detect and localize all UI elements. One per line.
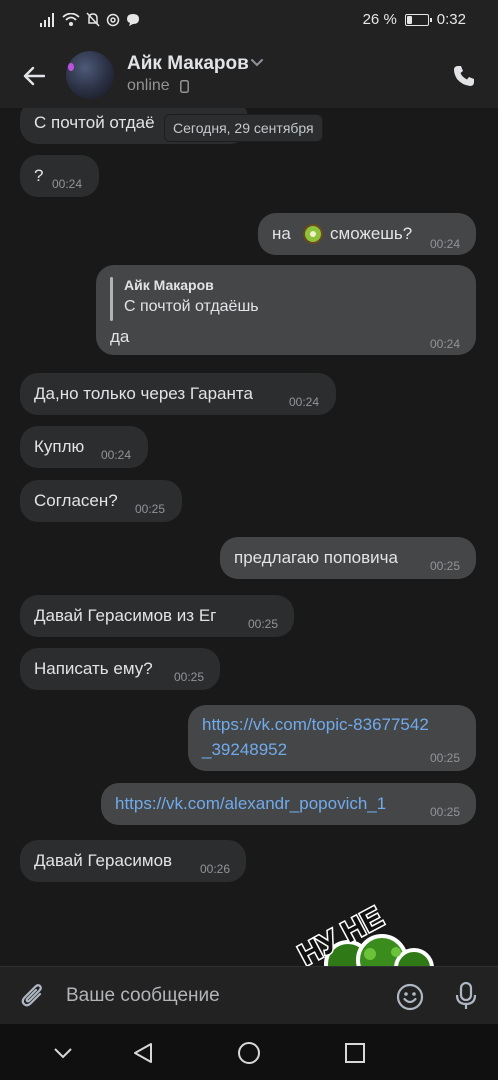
wifi-icon: [62, 12, 80, 26]
message-time: 00:24: [430, 337, 461, 351]
message-link[interactable]: https://vk.com/topic-83677542: [202, 715, 429, 735]
message-bubble-outgoing[interactable]: предлагаю поповича 00:25: [220, 537, 476, 579]
clock: 0:32: [436, 11, 466, 28]
square-recents-icon: [345, 1043, 365, 1063]
chat-header: Айк Макаров online: [0, 42, 498, 108]
battery-percent: 26 %: [362, 11, 397, 28]
call-button[interactable]: [444, 56, 484, 96]
message-text: предлагаю поповича: [234, 548, 398, 567]
contact-name[interactable]: Айк Макаров: [127, 53, 249, 75]
chat-bubble-icon: [127, 13, 139, 26]
message-bubble-incoming[interactable]: ? 00:24: [20, 155, 99, 197]
arrow-left-icon: [23, 66, 45, 86]
message-text: да: [110, 327, 130, 346]
message-text: Куплю: [34, 437, 85, 456]
kiwi-emoji-icon: [303, 224, 323, 244]
message-bubble-incoming[interactable]: Написать ему? 00:25: [20, 648, 220, 690]
message-bubble-outgoing[interactable]: https://vk.com/alexandr_popovich_1 00:25: [101, 783, 476, 825]
back-button[interactable]: [14, 56, 54, 96]
mute-icon: [86, 12, 100, 27]
message-time: 00:25: [248, 617, 279, 631]
message-time: 00:24: [101, 448, 132, 462]
message-time: 00:24: [289, 395, 320, 409]
message-text: С почтой отдаё: [34, 113, 155, 132]
battery-icon: [404, 13, 432, 26]
reply-author[interactable]: Айк Макаров: [124, 277, 214, 293]
phone-icon: [454, 66, 474, 86]
signal-icon: [40, 12, 54, 27]
battery-fill: [406, 15, 412, 24]
message-text: сможешь?: [330, 224, 413, 243]
message-composer: [0, 966, 498, 1024]
message-text: Давай Герасимов: [34, 851, 173, 870]
reply-quote-bar: [110, 277, 113, 321]
reply-text: С почтой отдаёшь: [124, 298, 259, 315]
hide-keyboard-button[interactable]: [48, 1038, 78, 1068]
message-time: 00:25: [430, 559, 461, 573]
message-time: 00:25: [174, 670, 205, 684]
status-bar: 26 % 0:32: [0, 0, 498, 42]
date-separator: Сегодня, 29 сентября: [164, 114, 323, 142]
message-bubble-outgoing[interactable]: https://vk.com/topic-83677542 _39248952 …: [188, 705, 476, 771]
message-text: Давай Герасимов из Ег: [34, 606, 217, 625]
message-text: ?: [34, 166, 44, 185]
message-text: Да,но только через Гаранта: [34, 384, 253, 403]
microphone-icon: [455, 982, 477, 1009]
paperclip-icon: [21, 984, 42, 1007]
message-list[interactable]: С почтой отдаё Сегодня, 29 сентября ? 00…: [0, 108, 498, 966]
smile-icon: [396, 983, 424, 1011]
message-time: 00:25: [430, 805, 461, 819]
message-text: Написать ему?: [34, 659, 153, 678]
message-bubble-outgoing[interactable]: на сможешь? 00:24: [258, 213, 476, 255]
message-time: 00:25: [135, 502, 166, 516]
message-time: 00:24: [52, 177, 83, 191]
avatar[interactable]: [66, 51, 114, 99]
message-link[interactable]: _39248952: [202, 740, 287, 760]
contact-status: online: [127, 77, 170, 94]
triangle-back-icon: [134, 1043, 152, 1063]
sticker[interactable]: НУ НЕ: [286, 894, 446, 966]
system-navigation-bar: [0, 1024, 498, 1080]
message-time: 00:26: [200, 862, 231, 876]
at-icon: [106, 13, 120, 26]
message-input[interactable]: [66, 983, 366, 1009]
mobile-phone-icon: [180, 80, 189, 93]
message-time: 00:25: [430, 751, 461, 765]
message-link[interactable]: https://vk.com/alexandr_popovich_1: [115, 794, 386, 814]
voice-message-button[interactable]: [450, 980, 482, 1012]
nav-back-button[interactable]: [128, 1038, 158, 1068]
attach-button[interactable]: [16, 979, 50, 1013]
nav-recents-button[interactable]: [340, 1038, 370, 1068]
message-bubble-incoming[interactable]: Давай Герасимов из Ег 00:25: [20, 595, 294, 637]
message-bubble-incoming[interactable]: Да,но только через Гаранта 00:24: [20, 373, 336, 415]
chevron-down-icon[interactable]: [250, 58, 264, 68]
message-bubble-incoming[interactable]: Куплю 00:24: [20, 426, 148, 468]
message-bubble-outgoing[interactable]: Айк Макаров С почтой отдаёшь да 00:24: [96, 265, 476, 355]
nav-home-button[interactable]: [234, 1038, 264, 1068]
message-time: 00:24: [430, 237, 461, 251]
circle-home-icon: [238, 1042, 260, 1064]
emoji-button[interactable]: [394, 981, 426, 1013]
message-bubble-incoming[interactable]: Согласен? 00:25: [20, 480, 182, 522]
message-text: Согласен?: [34, 491, 118, 510]
message-bubble-incoming[interactable]: Давай Герасимов 00:26: [20, 840, 246, 882]
message-text: на: [272, 224, 291, 243]
chevron-down-icon: [54, 1048, 72, 1059]
